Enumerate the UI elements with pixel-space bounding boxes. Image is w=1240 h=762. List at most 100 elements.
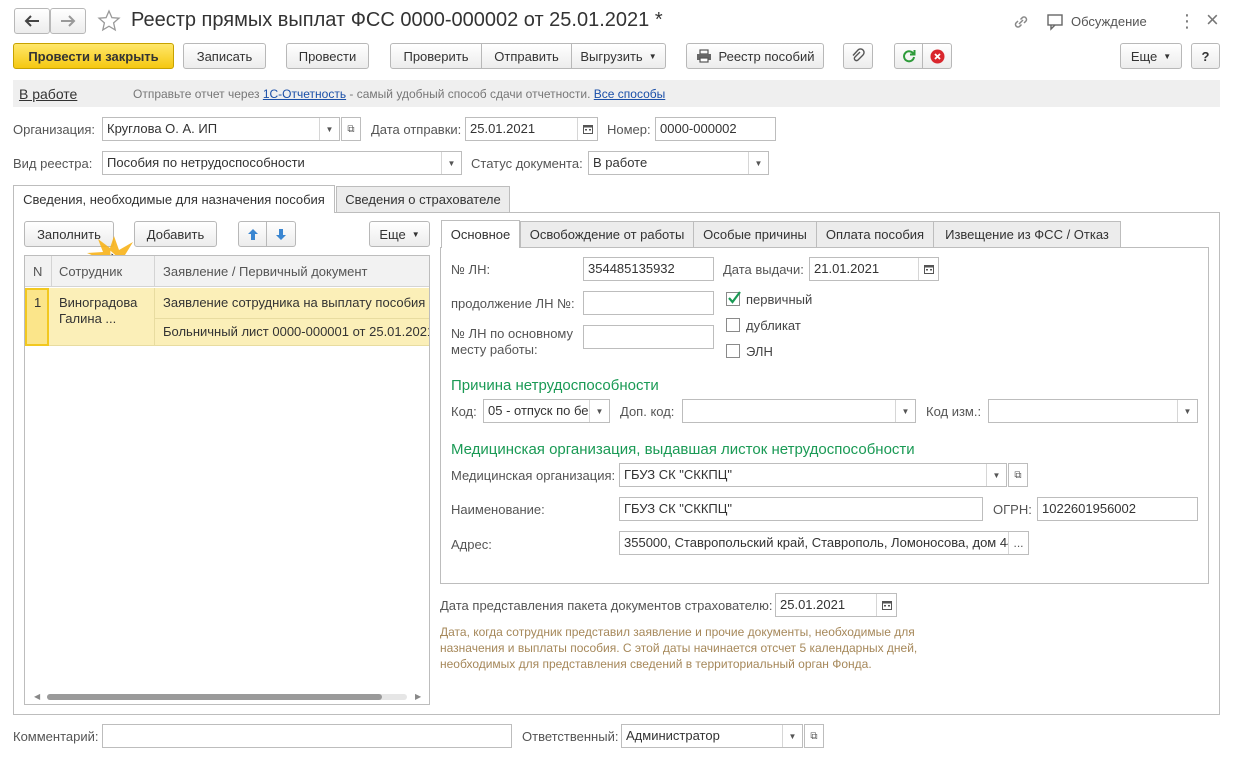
dropdown-arrow-icon[interactable]: ▼ <box>1177 400 1197 422</box>
row-employee[interactable]: Виноградова Галина ... <box>59 295 149 327</box>
forward-button[interactable] <box>50 8 86 34</box>
code-field[interactable]: 05 - отпуск по беременности и родам ▼ <box>483 399 610 423</box>
name-label: Наименование: <box>451 502 545 517</box>
send-button[interactable]: Отправить <box>482 43 572 69</box>
continuation-field[interactable] <box>583 291 714 315</box>
left-more-button[interactable]: Еще ▼ <box>369 221 430 247</box>
dropdown-arrow-icon[interactable]: ▼ <box>319 118 339 140</box>
benefits-registry-button[interactable]: Реестр пособий <box>686 43 824 69</box>
discussion-link[interactable]: Обсуждение <box>1071 14 1147 29</box>
post-button[interactable]: Провести <box>286 43 369 69</box>
cancel-button[interactable] <box>923 43 952 69</box>
tab-panel-top-border <box>335 212 1220 213</box>
package-date-field[interactable]: 25.01.2021 <box>775 593 897 617</box>
responsible-field[interactable]: Администратор ▼ <box>621 724 803 748</box>
refresh-button[interactable] <box>894 43 923 69</box>
info-text-middle: - самый удобный способ сдачи отчетности. <box>346 87 594 101</box>
registry-type-field[interactable]: Пособия по нетрудоспособности ▼ <box>102 151 462 175</box>
status-link[interactable]: В работе <box>19 86 77 102</box>
scroll-left-icon[interactable]: ◀ <box>34 692 40 701</box>
close-icon[interactable]: × <box>1206 7 1219 33</box>
org-open-button[interactable]: ⧉ <box>341 117 361 141</box>
help-button[interactable]: ? <box>1191 43 1220 69</box>
subtab-work-release[interactable]: Освобождение от работы <box>520 221 694 247</box>
export-label: Выгрузить <box>580 48 643 64</box>
check-button[interactable]: Проверить <box>390 43 482 69</box>
add-code-field[interactable]: ▼ <box>682 399 916 423</box>
send-date-value: 25.01.2021 <box>470 121 536 136</box>
dropdown-arrow-icon[interactable]: ▼ <box>782 725 802 747</box>
dropdown-arrow-icon[interactable]: ▼ <box>589 400 609 422</box>
row-primary-doc[interactable]: Больничный лист 0000-000001 от 25.01.202… <box>163 324 429 339</box>
save-button[interactable]: Записать <box>183 43 266 69</box>
ogrn-label: ОГРН: <box>993 502 1032 517</box>
more-button[interactable]: Еще ▼ <box>1120 43 1182 69</box>
comment-field[interactable] <box>102 724 512 748</box>
discussion-icon[interactable] <box>1046 13 1064 31</box>
dropdown-arrow-icon[interactable]: ▼ <box>986 464 1006 486</box>
number-value: 0000-000002 <box>660 121 737 136</box>
change-code-field[interactable]: ▼ <box>988 399 1198 423</box>
med-section-title: Медицинская организация, выдавшая листок… <box>451 441 915 458</box>
move-down-button[interactable] <box>267 221 296 247</box>
primary-checkbox[interactable] <box>726 291 741 306</box>
address-field[interactable]: 355000, Ставропольский край, Ставрополь,… <box>619 531 1029 555</box>
calendar-icon[interactable] <box>876 594 896 616</box>
dropdown-arrow-icon[interactable]: ▼ <box>441 152 461 174</box>
favorite-star-icon[interactable] <box>97 9 121 33</box>
column-header-employee[interactable]: Сотрудник <box>59 264 151 279</box>
calendar-icon[interactable] <box>577 118 597 140</box>
eln-checkbox[interactable] <box>726 344 740 358</box>
dropdown-arrow-icon: ▼ <box>1163 51 1172 61</box>
doc-status-field[interactable]: В работе ▼ <box>588 151 769 175</box>
org-field[interactable]: Круглова О. А. ИП ▼ <box>102 117 340 141</box>
duplicate-checkbox[interactable] <box>726 318 740 332</box>
dropdown-arrow-icon[interactable]: ▼ <box>748 152 768 174</box>
arrow-up-icon <box>247 228 258 240</box>
link-icon[interactable] <box>1012 13 1030 31</box>
subtab-benefit-payment[interactable]: Оплата пособия <box>816 221 934 247</box>
attach-button[interactable] <box>843 43 873 69</box>
all-methods-link[interactable]: Все способы <box>594 87 666 101</box>
name-field[interactable]: ГБУЗ СК "СККПЦ" <box>619 497 983 521</box>
dropdown-arrow-icon[interactable]: ▼ <box>895 400 915 422</box>
package-date-label: Дата представления пакета документов стр… <box>440 598 773 613</box>
column-header-statement[interactable]: Заявление / Первичный документ <box>163 264 368 279</box>
tab-benefit-info[interactable]: Сведения, необходимые для назначения пос… <box>13 185 335 213</box>
subtab-special-reasons[interactable]: Особые причины <box>693 221 817 247</box>
scroll-right-icon[interactable]: ▶ <box>415 692 421 701</box>
move-up-button[interactable] <box>238 221 267 247</box>
calendar-icon[interactable] <box>918 258 938 280</box>
back-button[interactable] <box>14 8 50 34</box>
subtab-panel-top-border <box>519 247 1209 248</box>
send-date-field[interactable]: 25.01.2021 <box>465 117 598 141</box>
subtab-fss-notice[interactable]: Извещение из ФСС / Отказ <box>933 221 1121 247</box>
info-text: Отправьте отчет через 1С-Отчетность - са… <box>133 87 665 101</box>
column-header-n[interactable]: N <box>33 264 42 279</box>
checkmark-icon <box>728 291 741 304</box>
main-job-field[interactable] <box>583 325 714 349</box>
info-text-before: Отправьте отчет через <box>133 87 263 101</box>
scrollbar-thumb[interactable] <box>47 694 382 700</box>
responsible-open-button[interactable]: ⧉ <box>804 724 824 748</box>
ogrn-field[interactable]: 1022601956002 <box>1037 497 1198 521</box>
post-and-close-button[interactable]: Провести и закрыть <box>13 43 174 69</box>
tab-insurer-info[interactable]: Сведения о страхователе <box>336 186 510 212</box>
reporting-link[interactable]: 1С-Отчетность <box>263 87 346 101</box>
ln-field[interactable]: 354485135932 <box>583 257 714 281</box>
horizontal-scrollbar[interactable] <box>47 694 407 700</box>
number-field[interactable]: 0000-000002 <box>655 117 776 141</box>
more-menu-icon[interactable]: ⋮ <box>1178 11 1196 32</box>
address-value: 355000, Ставропольский край, Ставрополь,… <box>624 535 1015 550</box>
row-statement[interactable]: Заявление сотрудника на выплату пособия … <box>163 295 429 310</box>
med-org-field[interactable]: ГБУЗ СК "СККПЦ" ▼ <box>619 463 1007 487</box>
arrow-left-icon <box>24 15 39 27</box>
ln-label: № ЛН: <box>451 262 491 277</box>
med-org-open-button[interactable]: ⧉ <box>1008 463 1028 487</box>
export-button[interactable]: Выгрузить ▼ <box>572 43 666 69</box>
issue-date-field[interactable]: 21.01.2021 <box>809 257 939 281</box>
address-select-button[interactable]: ... <box>1008 532 1028 554</box>
refresh-cancel-group <box>894 43 952 69</box>
subtab-main[interactable]: Основное <box>441 220 520 248</box>
column-divider <box>154 256 155 287</box>
